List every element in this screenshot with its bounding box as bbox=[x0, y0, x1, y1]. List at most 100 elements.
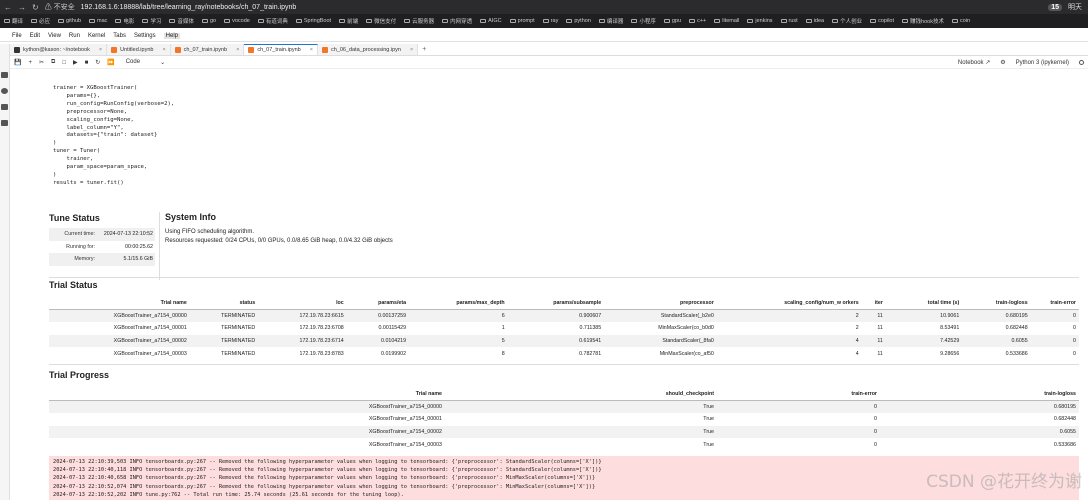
table-cell: 0.0199902 bbox=[381, 350, 407, 357]
menu-item[interactable]: Tabs bbox=[113, 33, 126, 39]
column-header: total time (s) bbox=[885, 297, 963, 311]
tune-status-value: 5.1/15.6 GiB bbox=[123, 256, 153, 263]
tune-status-key: Current time: bbox=[64, 231, 95, 238]
folder-icon bbox=[89, 19, 96, 23]
bookmark-item[interactable]: 有道词典 bbox=[257, 17, 288, 25]
bookmark-item[interactable]: python bbox=[566, 18, 591, 24]
close-icon[interactable]: × bbox=[404, 47, 413, 53]
bookmark-item[interactable]: rust bbox=[780, 18, 798, 24]
notebook-icon bbox=[174, 46, 181, 53]
bookmark-item[interactable]: 前端 bbox=[339, 17, 358, 25]
security-warning[interactable]: ⚠ 不安全 bbox=[45, 2, 75, 12]
code-cell[interactable]: trainer = XGBoostTrainer( params={}, run… bbox=[53, 85, 174, 188]
column-header: scaling_config/num_w orkers bbox=[716, 297, 862, 311]
tune-status-title: Tune Status bbox=[49, 213, 100, 223]
fast-forward-icon[interactable]: ⏩ bbox=[107, 59, 114, 66]
bookmark-item[interactable]: 音媒体 bbox=[169, 17, 194, 25]
running-icon[interactable] bbox=[1, 88, 8, 94]
bookmark-item[interactable]: 翻译 bbox=[4, 17, 23, 25]
tab-3[interactable]: ch_07_train.ipynb × bbox=[170, 44, 245, 55]
menu-item[interactable]: Run bbox=[69, 33, 80, 39]
bookmark-item[interactable]: 微信支付 bbox=[366, 17, 396, 25]
bookmark-item[interactable]: 学习 bbox=[142, 17, 161, 25]
bookmark-item[interactable]: 内网穿透 bbox=[442, 17, 472, 25]
extension-icon[interactable] bbox=[1, 120, 8, 126]
code-line: results = tuner.fit() bbox=[53, 179, 124, 186]
bookmark-item[interactable]: 云服务器 bbox=[404, 17, 434, 25]
bookmark-item[interactable]: 小程序 bbox=[631, 17, 656, 25]
run-icon[interactable]: ▶ bbox=[73, 59, 78, 66]
bookmark-item[interactable]: ray bbox=[542, 18, 558, 24]
close-icon[interactable]: × bbox=[93, 47, 102, 53]
kernel-selector[interactable]: Python 3 (ipykernel) bbox=[1016, 60, 1069, 66]
menu-item[interactable]: Kernel bbox=[88, 33, 105, 39]
settings-icon[interactable]: ⚙ bbox=[1000, 59, 1005, 66]
bookmark-item[interactable]: 编译器 bbox=[598, 17, 623, 25]
code-line: datasets={"train": dataset} bbox=[53, 132, 158, 139]
table-cell: 0.6055 bbox=[1011, 338, 1028, 345]
tab-5[interactable]: ch_06_data_processing.ipyn × bbox=[317, 44, 419, 55]
menu-item[interactable]: Edit bbox=[30, 33, 40, 39]
restart-icon[interactable]: ↻ bbox=[95, 59, 100, 66]
bookmark-item[interactable]: 个人创业 bbox=[832, 17, 862, 25]
bookmark-label: copilot bbox=[878, 18, 895, 24]
trial-status-title: Trial Status bbox=[49, 280, 98, 290]
bookmark-item[interactable]: c++ bbox=[689, 18, 706, 24]
bookmark-item[interactable]: 电影 bbox=[115, 17, 134, 25]
back-icon[interactable]: ← bbox=[4, 3, 12, 12]
tab-2[interactable]: Untitled.ipynb × bbox=[107, 44, 171, 55]
bookmark-item[interactable]: jenkins bbox=[747, 18, 773, 24]
bookmark-item[interactable]: AIGC bbox=[480, 18, 502, 24]
stop-icon[interactable]: ■ bbox=[85, 60, 89, 66]
paste-icon[interactable]: □ bbox=[62, 60, 66, 66]
tab-1[interactable]: kython@kason: ~/notebook × bbox=[10, 44, 108, 55]
column-header: params/max_depth bbox=[409, 297, 508, 311]
menu-item[interactable]: Help bbox=[163, 32, 180, 39]
cut-icon[interactable]: ✂ bbox=[39, 59, 44, 66]
folder-icon bbox=[951, 19, 958, 23]
column-header: train-error bbox=[717, 388, 880, 402]
close-icon[interactable]: × bbox=[230, 47, 239, 53]
bookmark-item[interactable]: github bbox=[58, 18, 81, 24]
bookmark-item[interactable]: coin bbox=[951, 18, 970, 24]
divider bbox=[49, 277, 1079, 278]
close-icon[interactable]: × bbox=[156, 47, 165, 53]
bookmark-item[interactable]: 赚钱hook技术 bbox=[902, 17, 944, 25]
cell-type-select[interactable]: Code ⌄ bbox=[126, 59, 165, 66]
add-cell-icon[interactable]: + bbox=[28, 60, 32, 66]
bookmark-item[interactable]: mac bbox=[89, 18, 107, 24]
bookmark-item[interactable]: gpu bbox=[663, 18, 681, 24]
bookmark-item[interactable]: SpringBoot bbox=[295, 18, 331, 24]
menu-item[interactable]: View bbox=[48, 33, 61, 39]
save-icon[interactable]: 💾 bbox=[14, 59, 21, 66]
menu-item[interactable]: Settings bbox=[134, 33, 156, 39]
bookmark-item[interactable]: litemall bbox=[714, 18, 739, 24]
notebook-link[interactable]: Notebook ↗ bbox=[958, 59, 990, 66]
folder-icon[interactable] bbox=[1, 72, 8, 78]
commands-icon[interactable] bbox=[1, 104, 8, 110]
menu-item[interactable]: File bbox=[12, 33, 22, 39]
column-header: params/eta bbox=[346, 297, 410, 311]
close-icon[interactable]: × bbox=[304, 47, 313, 53]
table-cell: 0.619541 bbox=[579, 338, 602, 345]
code-line: param_space=param_space, bbox=[53, 164, 148, 171]
cell-type-label: Code bbox=[125, 59, 141, 65]
url-field[interactable]: 192.168.1.6:18888/lab/tree/learning_ray/… bbox=[81, 4, 297, 11]
forward-icon[interactable]: → bbox=[18, 3, 26, 12]
tab-label: ch_07_train.ipynb bbox=[183, 46, 228, 53]
bookmark-item[interactable]: 必应 bbox=[31, 17, 50, 25]
reload-icon[interactable]: ↻ bbox=[32, 3, 39, 12]
bookmark-item[interactable]: copilot bbox=[870, 18, 894, 24]
add-tab-button[interactable]: + bbox=[418, 44, 430, 55]
left-sidebar bbox=[0, 44, 10, 500]
tab-4[interactable]: ch_07_train.ipynb × bbox=[244, 44, 318, 55]
bookmark-item[interactable]: prompt bbox=[509, 18, 535, 24]
notebook-icon bbox=[321, 46, 328, 53]
bookmark-item[interactable]: idea bbox=[805, 18, 824, 24]
bookmark-label: 翻译 bbox=[12, 19, 24, 25]
bookmark-item[interactable]: go bbox=[201, 18, 216, 24]
copy-icon[interactable]: ⧉ bbox=[51, 59, 55, 66]
table-cell: True bbox=[703, 429, 714, 436]
bookmark-item[interactable]: vocode bbox=[224, 18, 250, 24]
toolbar-right: Notebook ↗ ⚙ Python 3 (ipykernel) bbox=[958, 59, 1088, 66]
